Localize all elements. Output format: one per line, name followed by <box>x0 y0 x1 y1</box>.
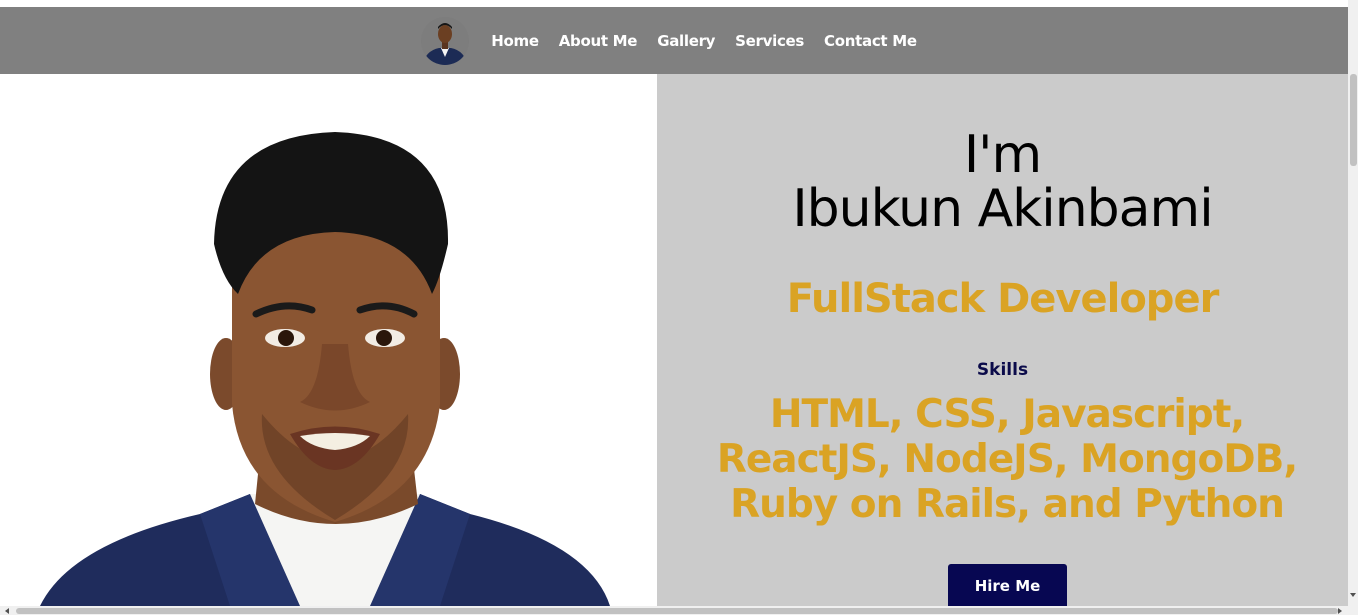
hero-photo-panel <box>0 74 657 606</box>
nav-inner: Home About Me Gallery Services Contact M… <box>421 16 926 65</box>
skills-list: HTML, CSS, Javascript, ReactJS, NodeJS, … <box>716 392 1298 527</box>
hero-role: FullStack Developer <box>786 276 1220 322</box>
nav-link-contact-me[interactable]: Contact Me <box>824 32 917 50</box>
navbar: Home About Me Gallery Services Contact M… <box>0 7 1348 74</box>
browser-top-strip <box>0 0 1358 7</box>
hero-info-panel: I'm Ibukun Akinbami FullStack Developer … <box>657 74 1348 610</box>
nav-link-services[interactable]: Services <box>735 32 804 50</box>
hero-intro: I'm Ibukun Akinbami <box>657 128 1348 236</box>
horizontal-scrollbar-thumb[interactable] <box>16 608 1338 614</box>
portrait-photo-icon <box>40 132 610 606</box>
scroll-left-arrow-icon[interactable] <box>5 608 9 614</box>
hire-me-button[interactable]: Hire Me <box>948 564 1067 610</box>
profile-photo-icon[interactable] <box>421 16 470 65</box>
nav-link-home[interactable]: Home <box>491 32 539 50</box>
skills-label: Skills <box>976 360 1029 380</box>
nav-link-gallery[interactable]: Gallery <box>657 32 715 50</box>
scroll-right-arrow-icon[interactable] <box>1338 608 1342 614</box>
vertical-scrollbar-thumb[interactable] <box>1350 74 1357 166</box>
intro-greeting: I'm <box>963 125 1042 185</box>
nav-link-about-me[interactable]: About Me <box>559 32 638 50</box>
hero-name: Ibukun Akinbami <box>792 179 1213 239</box>
scroll-down-arrow-icon[interactable] <box>1350 593 1356 597</box>
